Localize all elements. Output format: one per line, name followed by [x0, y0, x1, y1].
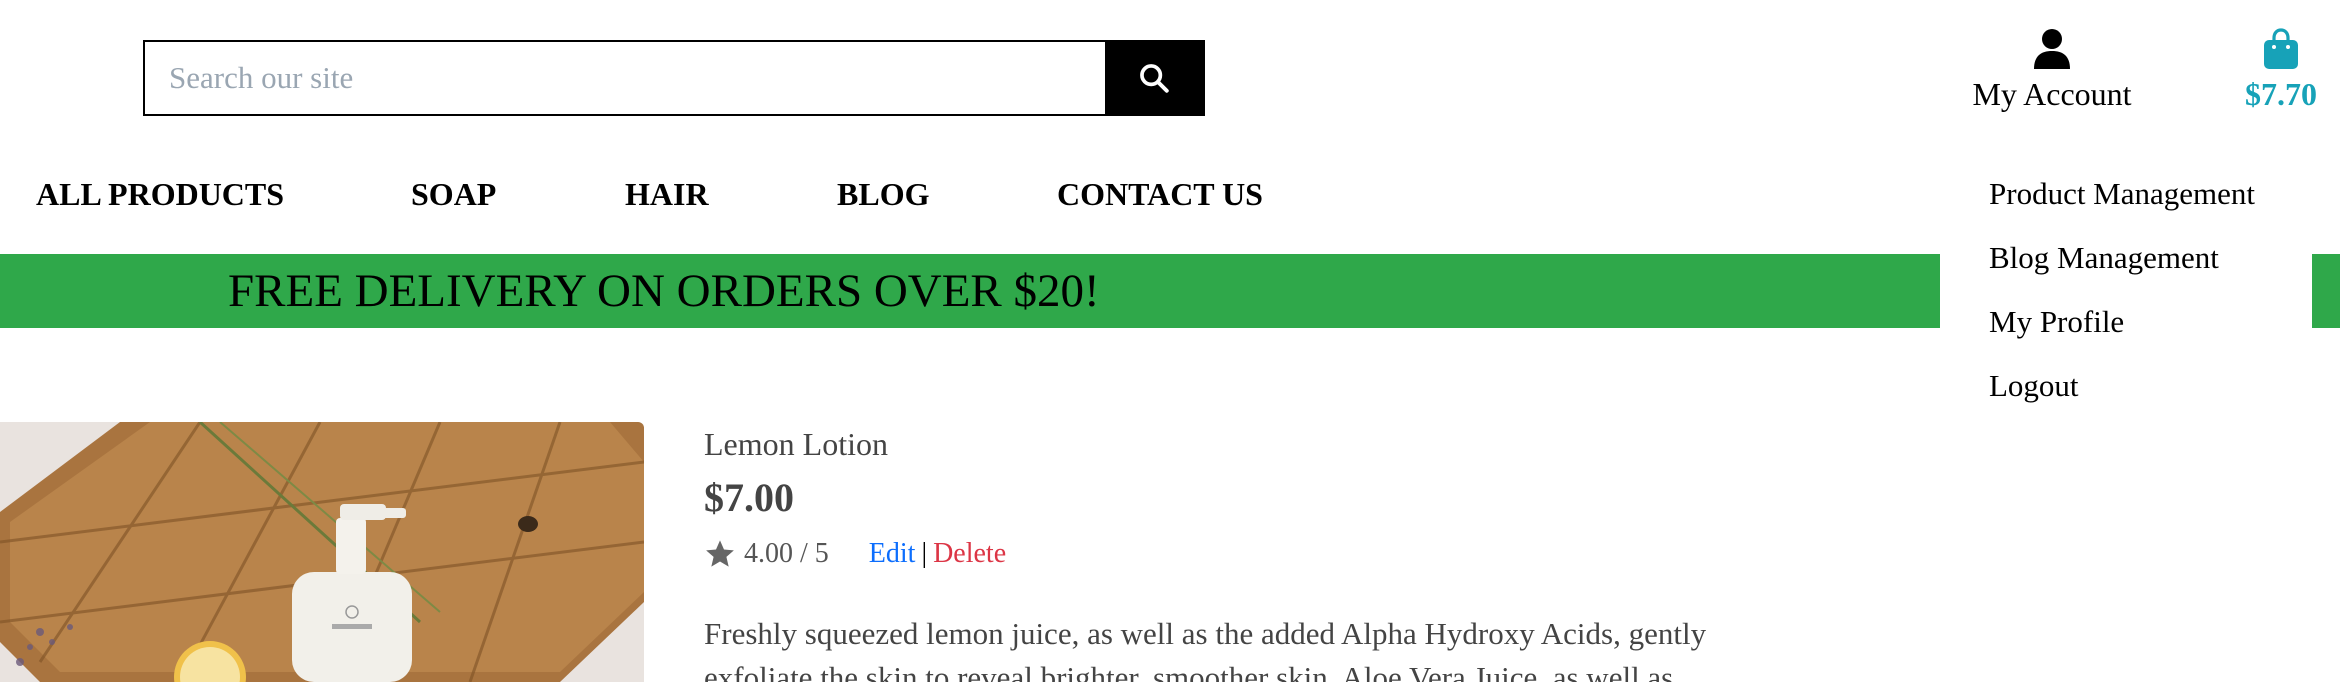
star-icon — [706, 540, 734, 567]
menu-item-my-profile[interactable]: My Profile — [1989, 304, 2124, 340]
menu-item-product-management[interactable]: Product Management — [1989, 176, 2255, 212]
shopping-bag-icon — [2264, 28, 2298, 69]
edit-link[interactable]: Edit — [869, 538, 916, 570]
search-icon — [1140, 64, 1169, 93]
product-image[interactable] — [0, 422, 644, 682]
menu-item-logout[interactable]: Logout — [1989, 368, 2079, 404]
my-account-link[interactable]: My Account — [1968, 28, 2136, 113]
search-input[interactable] — [145, 42, 1105, 114]
product-price: $7.00 — [704, 475, 794, 520]
product-rating-row: 4.00 / 5 Edit | Delete — [704, 536, 1006, 572]
user-icon — [2034, 29, 2070, 69]
nav-item-all-products[interactable]: ALL PRODUCTS — [36, 176, 284, 213]
menu-item-blog-management[interactable]: Blog Management — [1989, 240, 2219, 276]
search-button[interactable] — [1105, 42, 1203, 114]
banner-edge — [2312, 254, 2340, 328]
product-photo — [0, 422, 644, 682]
nav-item-soap[interactable]: SOAP — [411, 176, 496, 213]
delete-link[interactable]: Delete — [933, 538, 1006, 570]
account-dropdown-menu: Product Management Blog Management My Pr… — [1940, 160, 2310, 420]
product-description: Freshly squeezed lemon juice, as well as… — [704, 616, 1707, 682]
link-separator: | — [921, 538, 928, 569]
free-delivery-banner: FREE DELIVERY ON ORDERS OVER $20! — [0, 254, 1940, 328]
my-account-label: My Account — [1972, 76, 2132, 112]
nav-item-contact-us[interactable]: CONTACT US — [1057, 176, 1263, 213]
nav-item-hair[interactable]: HAIR — [625, 176, 709, 213]
rating-value: 4.00 / 5 — [744, 538, 829, 569]
nav-item-blog[interactable]: BLOG — [837, 176, 929, 213]
cart-total: $7.70 — [2245, 76, 2317, 112]
cart-link[interactable]: $7.70 — [2216, 28, 2340, 113]
product-name: Lemon Lotion — [704, 426, 888, 462]
page: My Account $7.70 ALL PRODUCTS SOAP HAIR … — [0, 0, 2340, 682]
banner-text: FREE DELIVERY ON ORDERS OVER $20! — [228, 265, 1100, 317]
search-bar — [143, 40, 1205, 116]
